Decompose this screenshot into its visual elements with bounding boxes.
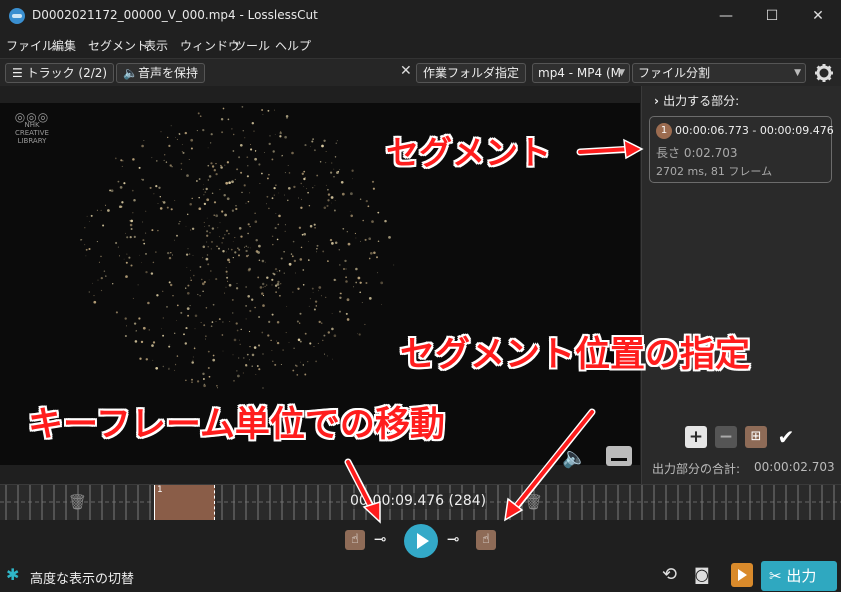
total-duration-value: 00:00:02.703 [754, 460, 835, 474]
camera-icon[interactable]: ◙ [694, 565, 710, 584]
segment-index-badge: 1 [656, 123, 672, 139]
export-mode-value: ファイル分割 [638, 66, 711, 80]
annotation-keyframe-move: キーフレーム単位での移動 [28, 405, 445, 445]
maximize-button[interactable]: ☐ [749, 0, 795, 32]
segment-card[interactable]: 1 00:00:06.773 - 00:00:09.476 長さ 0:02.70… [649, 116, 834, 183]
format-value: mp4 - MP4 (M [538, 66, 621, 80]
menu-edit[interactable]: 編集 [52, 37, 76, 54]
tracks-label: トラック (2/2) [26, 66, 108, 80]
export-mode-select[interactable]: ファイル分割 ▼ [632, 63, 806, 83]
remove-segment-icon[interactable]: − [715, 426, 737, 448]
chevron-right-icon: › [654, 94, 664, 108]
segments-panel-title[interactable]: › 出力する部分: [654, 92, 739, 109]
toolbar: ☰ トラック (2/2) 🔈音声を保持 ✕ 作業フォルダ指定 mp4 - MP4… [0, 58, 841, 86]
chevron-down-icon: ▼ [794, 68, 801, 78]
losslesscut-window: D0002021172_00000_V_000.mp4 - LosslessCu… [0, 0, 841, 592]
keep-audio-button[interactable]: 🔈音声を保持 [116, 63, 205, 83]
scissors-icon: ✂ [769, 567, 787, 585]
rotate-icon[interactable]: ⟲ [662, 564, 677, 585]
next-keyframe-icon[interactable]: ⊸ [447, 530, 460, 548]
previous-keyframe-icon[interactable]: ⊸ [374, 530, 387, 548]
timeline[interactable]: 1 🗑 🗑 00:00:09.476 (284) [0, 484, 841, 520]
annotation-segment: セグメント [386, 133, 551, 172]
segment-duration: 長さ 0:02.703 [656, 146, 738, 160]
playback-controls: ☝ ⊸ ⊸ ☝ [0, 520, 841, 560]
timeline-segment[interactable]: 1 [154, 485, 215, 520]
menu-help[interactable]: ヘルプ [275, 37, 311, 54]
subtitle-icon[interactable] [606, 446, 632, 466]
current-time-display[interactable]: 00:00:09.476 (284) [350, 493, 487, 509]
menu-file[interactable]: ファイル [6, 37, 54, 54]
advanced-view-toggle[interactable]: 高度な表示の切替 [30, 568, 134, 587]
library-logo: ◎◎◎ NHK CREATIVE LIBRARY [14, 110, 50, 145]
bottom-bar: ✱ 高度な表示の切替 ⟲ ◙ ✂ 出力 [0, 560, 841, 592]
volume-icon[interactable]: 🔈 [562, 445, 587, 469]
segment-list-panel: › 出力する部分: 1 00:00:06.773 - 00:00:09.476 … [641, 86, 841, 484]
format-select[interactable]: mp4 - MP4 (M ▼ [532, 63, 630, 83]
segment-frames: 2702 ms, 81 フレーム [656, 165, 773, 178]
close-window-button[interactable]: ✕ [795, 0, 841, 32]
logo-text: NHK CREATIVE LIBRARY [15, 121, 49, 145]
gear-icon[interactable] [814, 63, 834, 83]
chevron-down-icon: ▼ [618, 68, 625, 78]
add-segment-icon[interactable]: + [685, 426, 707, 448]
annotation-segment-position: セグメント位置の指定 [400, 335, 751, 375]
checkmark-circle-icon[interactable]: ✔ [775, 426, 797, 448]
menu-bar: ファイル 編集 セグメント 表示 ウィンドウ ツール ヘルプ [0, 32, 841, 58]
accessibility-icon[interactable]: ✱ [6, 565, 19, 584]
menu-tools[interactable]: ツール [234, 37, 270, 54]
trash-icon[interactable]: 🗑 [524, 493, 543, 511]
export-button[interactable]: ✂ 出力 [761, 561, 837, 591]
segment-time-range: 00:00:06.773 - 00:00:09.476 [675, 124, 834, 137]
list-icon: ☰ [12, 66, 27, 80]
clear-workdir-icon[interactable]: ✕ [400, 63, 412, 79]
working-folder-button[interactable]: 作業フォルダ指定 [416, 63, 527, 83]
export-label: 出力 [786, 567, 817, 585]
segments-title-label: 出力する部分: [663, 94, 740, 108]
speaker-icon: 🔈 [123, 66, 138, 80]
play-button[interactable] [404, 524, 438, 558]
set-cut-start-icon[interactable]: ☝ [345, 530, 365, 550]
window-title: D0002021172_00000_V_000.mp4 - LosslessCu… [32, 8, 318, 22]
tracks-button[interactable]: ☰ トラック (2/2) [5, 63, 115, 83]
trash-icon[interactable]: 🗑 [68, 493, 87, 511]
export-preview-icon[interactable] [731, 563, 753, 587]
menu-segment[interactable]: セグメント [88, 37, 148, 54]
set-cut-end-icon[interactable]: ☝ [476, 530, 496, 550]
total-duration-label: 出力部分の合計: [652, 462, 741, 476]
keep-audio-label: 音声を保持 [137, 66, 198, 80]
timeline-segment-number: 1 [157, 485, 163, 495]
menu-window[interactable]: ウィンドウ [180, 37, 240, 54]
minimize-button[interactable]: — [703, 0, 749, 32]
title-bar: D0002021172_00000_V_000.mp4 - LosslessCu… [0, 0, 841, 32]
split-segment-icon[interactable]: ⊞ [745, 426, 767, 448]
menu-view[interactable]: 表示 [144, 37, 168, 54]
app-icon [9, 8, 25, 24]
